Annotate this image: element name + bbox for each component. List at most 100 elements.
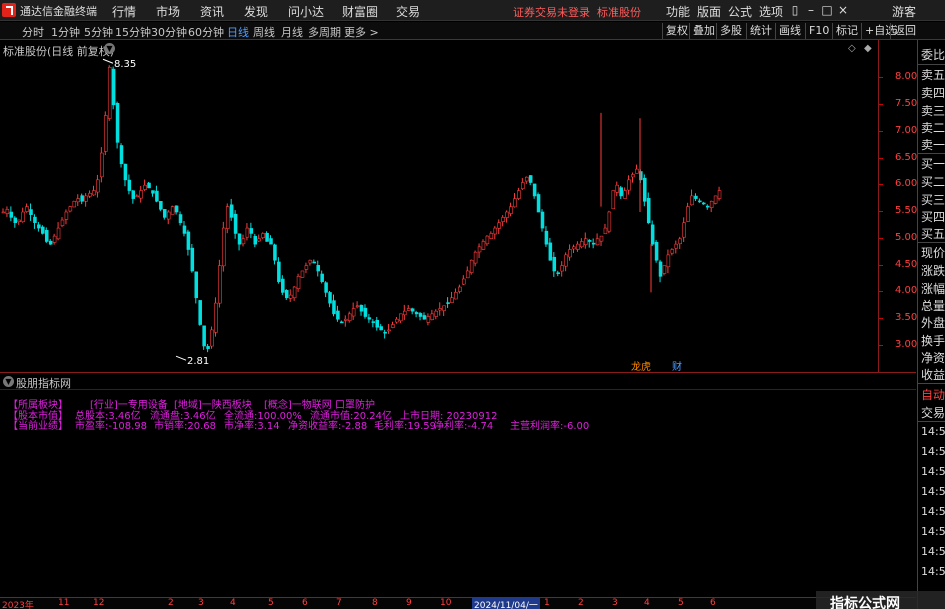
candle-body: [564, 254, 568, 267]
candle-body: [702, 202, 706, 205]
ps-value: 市销率:20.68: [154, 421, 216, 432]
candle-body: [151, 190, 155, 194]
time-tick: 3: [198, 598, 204, 608]
candle-body: [84, 195, 88, 202]
auto-tab[interactable]: 自动: [921, 386, 945, 403]
candle-body: [485, 235, 490, 245]
candle-body: [713, 195, 718, 204]
candle-body: [52, 235, 57, 243]
quote-label: 外盘: [921, 316, 945, 330]
candle-body: [222, 227, 226, 267]
statistics-button[interactable]: 统计: [746, 23, 772, 39]
current-stock-name: 标准股份: [597, 6, 641, 19]
candle-body: [351, 308, 356, 317]
candle-body: [253, 236, 258, 245]
period-tick[interactable]: 分时: [22, 24, 44, 40]
menu-ask[interactable]: 问小达: [288, 3, 324, 20]
menu-market[interactable]: 市场: [156, 3, 180, 20]
candle-body: [72, 200, 77, 208]
tick-time: 14:56: [921, 505, 945, 518]
price-tick: 6.00: [878, 178, 918, 189]
candle-body: [383, 331, 387, 334]
guest-label[interactable]: 游客: [892, 3, 916, 20]
high-price-label-pointer: [102, 58, 114, 64]
candle-body: [705, 205, 710, 208]
candle-body: [300, 270, 305, 278]
time-tick: 4: [644, 598, 650, 608]
candle-body: [583, 238, 588, 245]
restore-icon[interactable]: ▯: [788, 2, 802, 18]
quote-label: 卖五: [921, 68, 945, 82]
candle-body: [281, 278, 285, 293]
back-button[interactable]: 返回: [890, 23, 916, 39]
candlestick-chart[interactable]: 8.35 2.81 龙虎 财: [0, 40, 878, 372]
candle-body: [320, 273, 324, 282]
period-5min[interactable]: 5分钟: [84, 24, 113, 40]
candle-body: [92, 190, 96, 196]
period-more[interactable]: 更多 >: [344, 24, 379, 40]
period-30min[interactable]: 30分钟: [151, 24, 187, 40]
f10-button[interactable]: F10: [805, 23, 829, 39]
candle-body: [328, 292, 332, 304]
multi-stock-button[interactable]: 多股: [716, 23, 742, 39]
time-tick: 8: [372, 598, 378, 608]
candle-body: [249, 228, 254, 234]
trade-tab[interactable]: 交易: [921, 404, 945, 421]
quote-label: 买一: [921, 157, 945, 171]
chevron-right-icon: >: [369, 26, 379, 39]
candle-body: [332, 300, 336, 315]
menu-layout[interactable]: 版面: [697, 3, 721, 20]
period-daily[interactable]: 日线: [227, 24, 249, 40]
candle-body: [166, 211, 171, 220]
period-weekly[interactable]: 周线: [253, 24, 275, 40]
candle-body: [119, 145, 124, 165]
time-tick: 3: [612, 598, 618, 608]
candle-body: [678, 238, 682, 245]
period-multi[interactable]: 多周期: [308, 24, 341, 40]
candle-body: [288, 294, 293, 299]
candle-body: [465, 270, 470, 279]
candle-body: [1, 211, 6, 214]
period-monthly[interactable]: 月线: [281, 24, 303, 40]
menu-formula[interactable]: 公式: [728, 3, 752, 20]
menu-quotes[interactable]: 行情: [112, 3, 136, 20]
candle-body: [406, 308, 411, 311]
maximize-icon[interactable]: □: [820, 2, 834, 18]
candle-body: [127, 179, 132, 191]
candle-body: [686, 206, 690, 222]
candle-body: [123, 163, 128, 181]
period-1min[interactable]: 1分钟: [51, 24, 80, 40]
candle-body: [556, 272, 560, 275]
candle-body: [17, 219, 21, 223]
menu-trade[interactable]: 交易: [396, 3, 420, 20]
candle-body: [517, 190, 521, 199]
menu-wealth[interactable]: 财富圈: [342, 3, 378, 20]
candle-body: [363, 307, 368, 317]
minimize-icon[interactable]: –: [804, 2, 818, 18]
period-60min[interactable]: 60分钟: [188, 24, 224, 40]
candle-body: [576, 243, 580, 250]
account-warning[interactable]: 证券交易未登录 标准股份: [513, 4, 641, 20]
pb-value: 市净率:3.14: [224, 421, 280, 432]
candle-body: [438, 308, 442, 311]
candle-body: [674, 243, 679, 249]
candle-body: [650, 224, 655, 245]
overlay-button[interactable]: 叠加: [689, 23, 715, 39]
close-icon[interactable]: ×: [836, 2, 850, 18]
draw-line-button[interactable]: 画线: [775, 23, 801, 39]
tick-time: 14:56: [921, 485, 945, 498]
time-tick: 12: [93, 598, 105, 608]
pe-value: 市盈率:-108.98: [75, 421, 147, 432]
adjust-button[interactable]: 复权: [662, 23, 688, 39]
chevron-down-icon[interactable]: ▼: [3, 376, 14, 387]
menu-functions[interactable]: 功能: [666, 3, 690, 20]
menu-discover[interactable]: 发现: [244, 3, 268, 20]
menu-news[interactable]: 资讯: [200, 3, 224, 20]
mark-button[interactable]: 标记: [832, 23, 858, 39]
menu-options[interactable]: 选项: [759, 3, 783, 20]
candle-body: [572, 246, 576, 250]
candle-body: [257, 238, 261, 242]
candle-body: [505, 211, 509, 218]
period-15min[interactable]: 15分钟: [115, 24, 151, 40]
candle-body: [493, 227, 498, 235]
